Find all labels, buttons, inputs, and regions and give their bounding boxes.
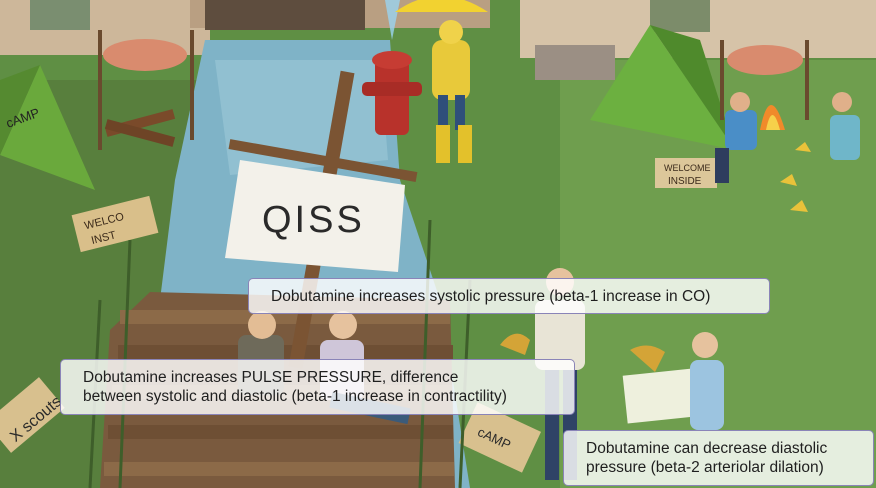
callout-systolic-text: Dobutamine increases systolic pressure (… [271, 288, 711, 305]
svg-text:QISS: QISS [262, 199, 365, 241]
callout-diastolic-text-line1: Dobutamine can decrease diastolic [586, 440, 828, 457]
svg-text:WELCOME: WELCOME [664, 163, 711, 173]
callout-pulse-pressure: Dobutamine increases PULSE PRESSURE, dif… [60, 359, 575, 415]
callout-systolic-pressure: Dobutamine increases systolic pressure (… [248, 278, 770, 314]
callout-diastolic-text-line2: pressure (beta-2 arteriolar dilation) [586, 459, 824, 476]
welcome-sign-right: WELCOME INSIDE [655, 158, 717, 188]
svg-text:INSIDE: INSIDE [668, 176, 702, 187]
callout-diastolic-pressure: Dobutamine can decrease diastolic pressu… [563, 430, 874, 486]
callout-pulse-text-line2: between systolic and diastolic (beta-1 i… [83, 388, 507, 405]
callout-pulse-text-line1: Dobutamine increases PULSE PRESSURE, dif… [83, 369, 459, 386]
